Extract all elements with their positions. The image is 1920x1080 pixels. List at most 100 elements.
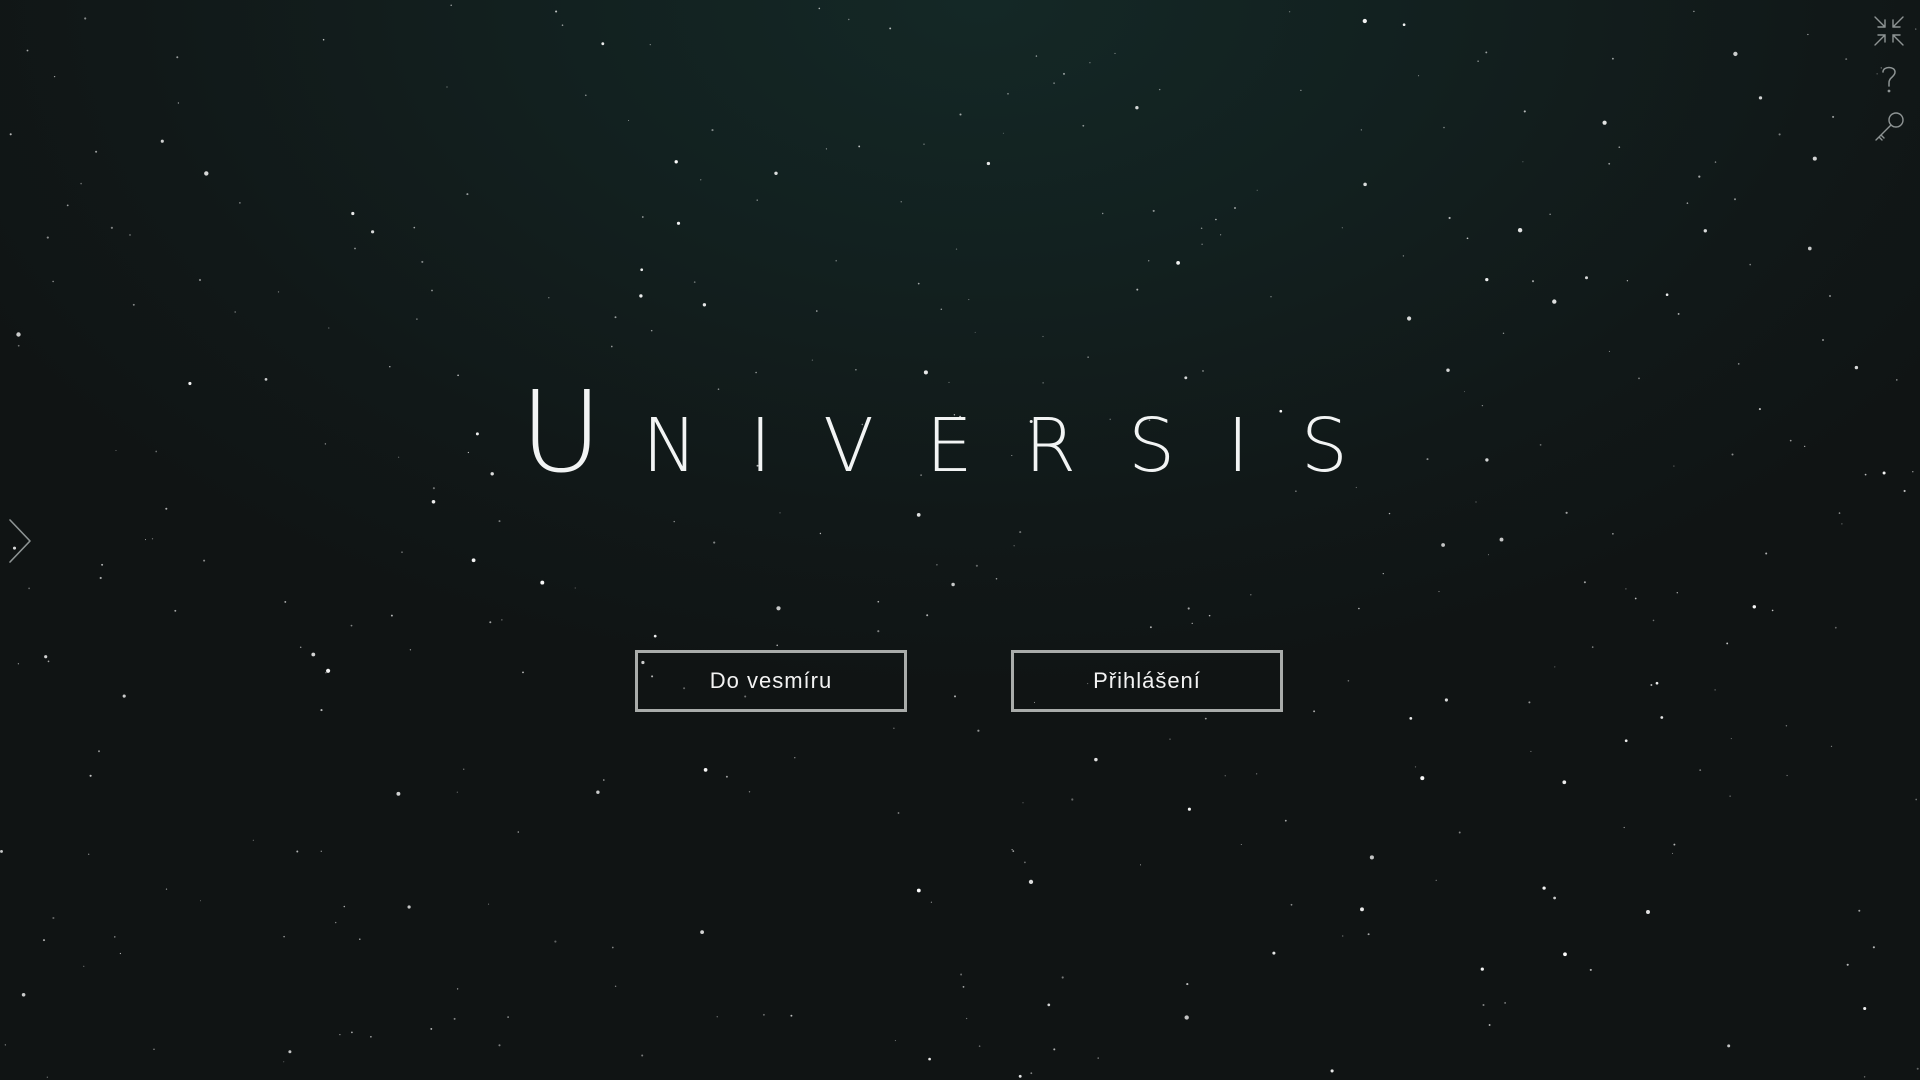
star [466, 193, 469, 196]
star [17, 663, 20, 665]
star [16, 332, 21, 337]
star [1313, 710, 1316, 713]
star [1224, 775, 1226, 777]
star [790, 1014, 793, 1017]
star [1676, 591, 1679, 594]
star [1444, 698, 1448, 702]
star [1693, 10, 1695, 13]
star [52, 916, 55, 920]
star [1589, 968, 1592, 971]
star [1623, 826, 1625, 829]
star [1030, 1072, 1033, 1075]
star [611, 946, 614, 949]
enter-universe-button[interactable]: Do vesmíru [635, 650, 907, 712]
star [1270, 296, 1272, 298]
star [350, 624, 353, 627]
star [160, 139, 164, 143]
star [1673, 843, 1676, 846]
star [409, 649, 412, 651]
star [1612, 533, 1614, 535]
star [354, 247, 356, 250]
star [177, 102, 180, 104]
help-icon[interactable] [1872, 62, 1906, 96]
star [522, 671, 524, 674]
star [897, 812, 900, 814]
star [596, 790, 600, 794]
star [1698, 175, 1701, 178]
star [1749, 263, 1751, 266]
star [1807, 33, 1809, 36]
star [1360, 129, 1362, 131]
star [650, 329, 653, 332]
star [288, 1050, 292, 1054]
star [498, 1044, 501, 1047]
star [46, 236, 49, 239]
star [401, 551, 403, 553]
star [877, 630, 880, 633]
star [693, 281, 696, 283]
star [995, 578, 998, 580]
star [351, 1031, 353, 1034]
star [1915, 798, 1918, 801]
star [1407, 316, 1412, 321]
star [700, 179, 702, 181]
star [416, 318, 418, 320]
star [396, 791, 401, 796]
star [1841, 523, 1843, 525]
star [774, 171, 778, 176]
collapse-icon[interactable] [1872, 14, 1906, 48]
star [1830, 745, 1833, 748]
star [1290, 903, 1293, 906]
star [1727, 1044, 1731, 1048]
star [1542, 886, 1546, 890]
star [889, 27, 892, 30]
star [1677, 312, 1680, 315]
star [199, 900, 202, 902]
star [977, 729, 980, 732]
star [676, 221, 681, 225]
star [351, 211, 355, 216]
star [1665, 293, 1669, 297]
star [1369, 855, 1374, 860]
star [1845, 58, 1848, 61]
star [1022, 802, 1024, 804]
star [52, 280, 54, 283]
star [1863, 1006, 1867, 1011]
login-button[interactable]: Přihlášení [1011, 650, 1283, 712]
star [673, 520, 675, 523]
star [1028, 879, 1034, 885]
star [1435, 879, 1437, 881]
star [1785, 725, 1788, 727]
star [1523, 110, 1526, 113]
star [1832, 115, 1835, 118]
star [1438, 591, 1440, 593]
star [1562, 780, 1567, 785]
star [1201, 243, 1203, 245]
star [819, 532, 822, 535]
star [986, 161, 991, 166]
star [1846, 963, 1849, 966]
star [818, 7, 821, 10]
star [711, 129, 714, 132]
star [1256, 773, 1258, 775]
key-icon[interactable] [1872, 110, 1906, 144]
star [1250, 594, 1252, 596]
star [1007, 92, 1009, 95]
star [916, 513, 921, 517]
star [1504, 1002, 1506, 1004]
star [1714, 161, 1717, 163]
star [1807, 246, 1812, 251]
star [1563, 952, 1567, 957]
star [370, 1035, 372, 1038]
star [1703, 229, 1707, 233]
star [713, 541, 716, 544]
star [1488, 1024, 1491, 1026]
star [1272, 951, 1276, 955]
star [555, 10, 558, 13]
star [1013, 545, 1015, 547]
star [1358, 607, 1360, 610]
star [1829, 295, 1831, 297]
star [17, 344, 20, 347]
chevron-right-icon[interactable] [6, 518, 34, 564]
starfield [0, 4, 1919, 1078]
